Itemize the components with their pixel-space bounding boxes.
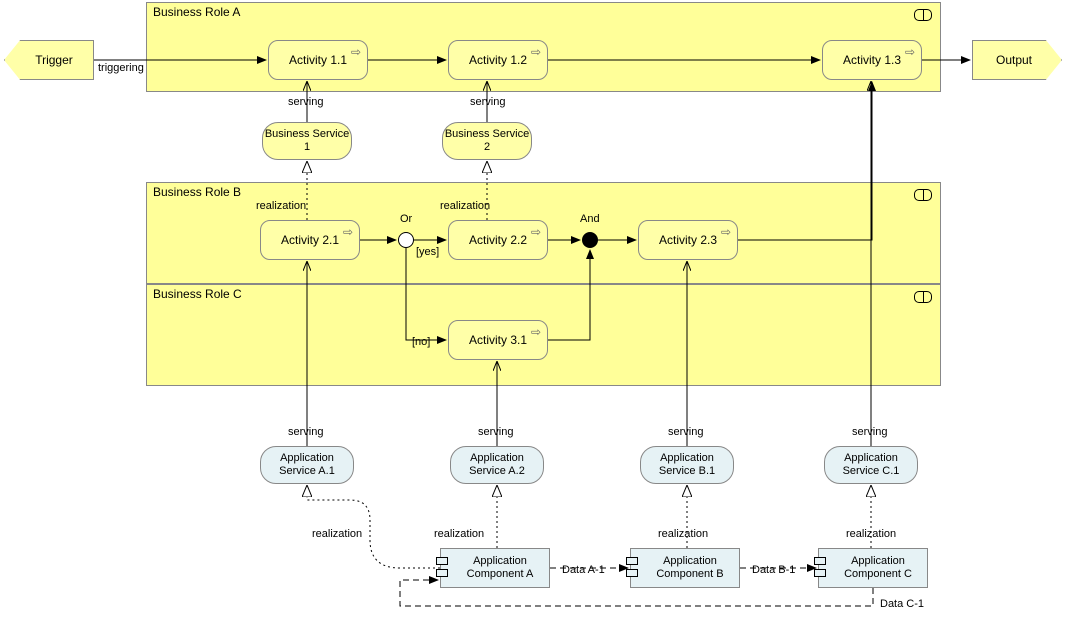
- connectors: [0, 0, 1071, 621]
